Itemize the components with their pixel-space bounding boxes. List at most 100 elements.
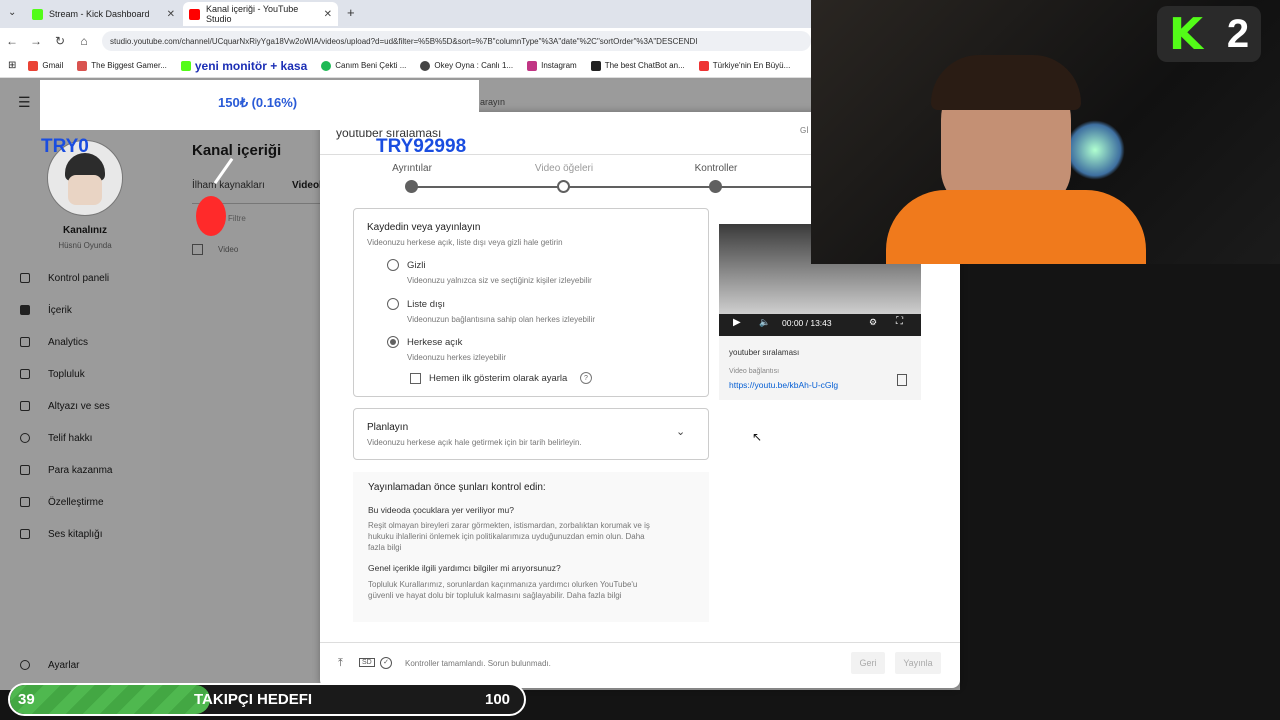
streamer-shirt bbox=[886, 190, 1146, 264]
community-icon bbox=[20, 369, 30, 379]
radio-unlisted[interactable] bbox=[387, 298, 399, 310]
sidebar-item-copyright[interactable]: Telif hakkı bbox=[20, 430, 92, 446]
customize-icon bbox=[20, 497, 30, 507]
tab-kick-dashboard[interactable]: Stream - Kick Dashboard ✕ bbox=[26, 2, 181, 26]
cursor-highlight bbox=[196, 196, 226, 236]
sidebar-item-audio-library[interactable]: Ses kitaplığı bbox=[20, 526, 102, 542]
back-icon[interactable]: ← bbox=[0, 34, 24, 48]
premiere-checkbox[interactable] bbox=[410, 373, 421, 384]
step-checks[interactable]: Kontroller bbox=[656, 163, 776, 174]
tab-videos[interactable]: Videol bbox=[292, 180, 322, 191]
apps-icon[interactable]: ⊞ bbox=[8, 60, 16, 71]
tab-list-icon[interactable]: ⌄ bbox=[8, 7, 16, 18]
tab-inspiration[interactable]: İlham kaynakları bbox=[192, 180, 265, 191]
step-details[interactable]: Ayrıntılar bbox=[352, 163, 472, 174]
option-public-label: Herkese açık bbox=[407, 337, 463, 348]
schedule-card[interactable]: Planlayın Videonuzu herkese açık hale ge… bbox=[353, 408, 709, 460]
content-icon bbox=[20, 305, 30, 315]
follower-goal-bar: 39 TAKIPÇI HEDEFI 100 bbox=[8, 683, 526, 716]
close-icon[interactable]: ✕ bbox=[324, 9, 332, 20]
gmail-icon bbox=[28, 60, 39, 71]
step-video-elements[interactable]: Video öğeleri bbox=[504, 163, 624, 174]
bookmark-okey[interactable]: Okey Oyna : Canlı 1... bbox=[420, 60, 513, 71]
chevron-down-icon[interactable]: ⌄ bbox=[676, 425, 685, 438]
goal-current: 39 bbox=[18, 691, 35, 708]
close-icon[interactable]: ✕ bbox=[167, 9, 175, 20]
stepper-line bbox=[412, 186, 811, 188]
video-link[interactable]: https://youtu.be/kbAh-U-cGlg bbox=[729, 380, 838, 390]
sidebar-item-customization[interactable]: Özelleştirme bbox=[20, 494, 104, 510]
checks-title: Yayınlamadan önce şunları kontrol edin: bbox=[368, 482, 546, 493]
bookmark-spotify[interactable]: Canım Beni Çekti ... bbox=[321, 60, 406, 71]
url-text: studio.youtube.com/channel/UCquarNxRiyYg… bbox=[110, 36, 698, 46]
tab-label: Kanal içeriği - YouTube Studio bbox=[206, 4, 299, 24]
sidebar-item-label: Ayarlar bbox=[48, 659, 80, 671]
bookmark-label: yeni monitör + kasa bbox=[194, 58, 308, 73]
spotify-icon bbox=[321, 60, 332, 71]
instagram-icon bbox=[527, 60, 538, 71]
bookmark-gamer[interactable]: The Biggest Gamer... bbox=[77, 60, 167, 71]
play-icon[interactable]: ▶ bbox=[733, 317, 741, 328]
sidebar-item-subtitles[interactable]: Altyazı ve ses bbox=[20, 398, 110, 414]
bookmark-label: Gmail bbox=[42, 61, 64, 70]
sidebar-item-community[interactable]: Topluluk bbox=[20, 366, 85, 382]
preview-filename: youtuber sıralaması bbox=[729, 348, 800, 357]
sidebar-item-settings[interactable]: Ayarlar bbox=[20, 657, 80, 673]
bookmark-label: Türkiye'nin En Büyü... bbox=[712, 61, 791, 70]
menu-icon[interactable]: ☰ bbox=[18, 94, 31, 111]
sidebar-item-label: Telif hakkı bbox=[48, 432, 93, 444]
bookmark-monitor[interactable]: yeni monitör + kasa bbox=[180, 58, 308, 73]
gear-icon bbox=[20, 660, 30, 670]
reload-icon[interactable]: ↻ bbox=[48, 34, 72, 48]
sidebar-item-label: Altyazı ve ses bbox=[48, 400, 110, 412]
dashboard-icon bbox=[20, 273, 30, 283]
visibility-subtitle: Videonuzu herkese açık, liste dışı veya … bbox=[367, 238, 563, 247]
bookmark-gmail[interactable]: Gmail bbox=[28, 60, 64, 71]
sidebar-item-analytics[interactable]: Analytics bbox=[20, 334, 88, 350]
sidebar-item-label: Özelleştirme bbox=[48, 496, 104, 508]
footer-status: Kontroller tamamlandı. Sorun bulunmadı. bbox=[405, 659, 551, 668]
sidebar-item-monetization[interactable]: Para kazanma bbox=[20, 462, 112, 478]
back-button[interactable]: Geri bbox=[851, 652, 885, 674]
sidebar-item-content[interactable]: İçerik bbox=[20, 302, 72, 318]
radio-private[interactable] bbox=[387, 259, 399, 271]
select-all-checkbox[interactable] bbox=[192, 244, 203, 255]
filter-label[interactable]: Filtre bbox=[228, 214, 246, 223]
sidebar-item-label: Kontrol paneli bbox=[48, 272, 110, 284]
bookmark-instagram[interactable]: Instagram bbox=[527, 60, 577, 71]
gear-icon[interactable]: ⚙ bbox=[869, 317, 877, 328]
bookmark-chatbot[interactable]: The best ChatBot an... bbox=[590, 60, 685, 71]
fullscreen-icon[interactable]: ⛶ bbox=[896, 316, 903, 327]
copy-icon[interactable] bbox=[897, 374, 907, 386]
footer-divider bbox=[320, 642, 960, 643]
column-video: Video bbox=[218, 245, 239, 254]
link-label: Video bağlantısı bbox=[729, 368, 780, 375]
bookmark-turkiye[interactable]: Türkiye'nin En Büyü... bbox=[698, 60, 791, 71]
try-big-counter: TRY92998 bbox=[376, 136, 467, 157]
visibility-title: Kaydedin veya yayınlayın bbox=[367, 222, 481, 233]
sidebar-item-dashboard[interactable]: Kontrol paneli bbox=[20, 270, 109, 286]
checks-a2: Topluluk Kurallarımız, sorunlardan kaçın… bbox=[368, 580, 638, 600]
forward-icon[interactable]: → bbox=[24, 34, 48, 48]
radio-public[interactable] bbox=[387, 336, 399, 348]
publish-button[interactable]: Yayınla bbox=[895, 652, 941, 674]
sidebar-item-label: Ses kitaplığı bbox=[48, 528, 103, 540]
premiere-label: Hemen ilk gösterim olarak ayarla bbox=[429, 373, 568, 384]
home-icon[interactable]: ⌂ bbox=[72, 34, 96, 48]
donation-banner: 150₺ (0.16%) bbox=[40, 80, 479, 130]
checks-q2: Genel içerikle ilgili yardımcı bilgiler … bbox=[368, 563, 561, 573]
bookmark-label: The Biggest Gamer... bbox=[91, 61, 167, 70]
bookmark-label: Instagram bbox=[541, 61, 577, 70]
subtitles-icon bbox=[20, 401, 30, 411]
checks-q1: Bu videoda çocuklara yer veriliyor mu? bbox=[368, 505, 514, 515]
kick-favicon-icon bbox=[32, 8, 43, 20]
new-tab-icon[interactable]: + bbox=[347, 5, 355, 20]
help-icon[interactable]: ? bbox=[580, 372, 592, 384]
volume-icon[interactable]: 🔈 bbox=[759, 317, 770, 328]
step-pending-icon bbox=[557, 180, 570, 193]
option-unlisted-label: Liste dışı bbox=[407, 299, 446, 310]
copyright-icon bbox=[20, 433, 30, 443]
tab-youtube-studio[interactable]: Kanal içeriği - YouTube Studio ✕ bbox=[183, 2, 338, 26]
visibility-card: Kaydedin veya yayınlayın Videonuzu herke… bbox=[353, 208, 709, 397]
url-field[interactable]: studio.youtube.com/channel/UCquarNxRiyYg… bbox=[102, 31, 811, 51]
